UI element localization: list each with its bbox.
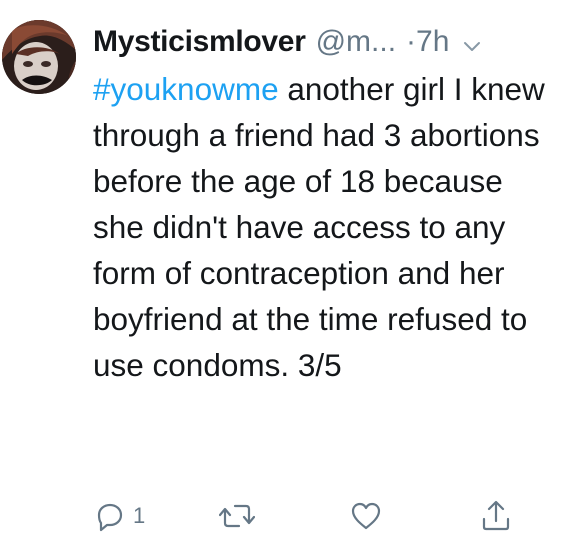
avatar[interactable] <box>2 20 76 94</box>
hashtag-link[interactable]: #youknowme <box>93 71 279 107</box>
tweet[interactable]: Mysticismlover @m... ·7h #youknowme anot… <box>0 0 567 546</box>
tweet-content: Mysticismlover @m... ·7h #youknowme anot… <box>93 20 563 388</box>
tweet-text: #youknowme another girl I knew through a… <box>93 66 561 388</box>
display-name[interactable]: Mysticismlover <box>93 20 306 64</box>
retweet-button[interactable] <box>219 498 255 534</box>
reply-count: 1 <box>133 503 146 528</box>
heart-icon <box>349 499 383 533</box>
share-icon <box>479 499 513 533</box>
reply-icon <box>93 499 127 533</box>
share-button[interactable] <box>479 498 513 534</box>
tweet-header: Mysticismlover @m... ·7h <box>93 20 563 64</box>
tweet-timestamp[interactable]: ·7h <box>406 20 449 64</box>
chevron-down-icon[interactable] <box>461 31 483 53</box>
like-button[interactable] <box>349 498 383 534</box>
tweet-body: another girl I knew through a friend had… <box>93 71 545 383</box>
reply-button[interactable]: 1 <box>93 498 145 534</box>
user-handle[interactable]: @m... <box>316 20 396 64</box>
retweet-icon <box>219 499 255 533</box>
tweet-actions: 1 <box>93 494 533 540</box>
